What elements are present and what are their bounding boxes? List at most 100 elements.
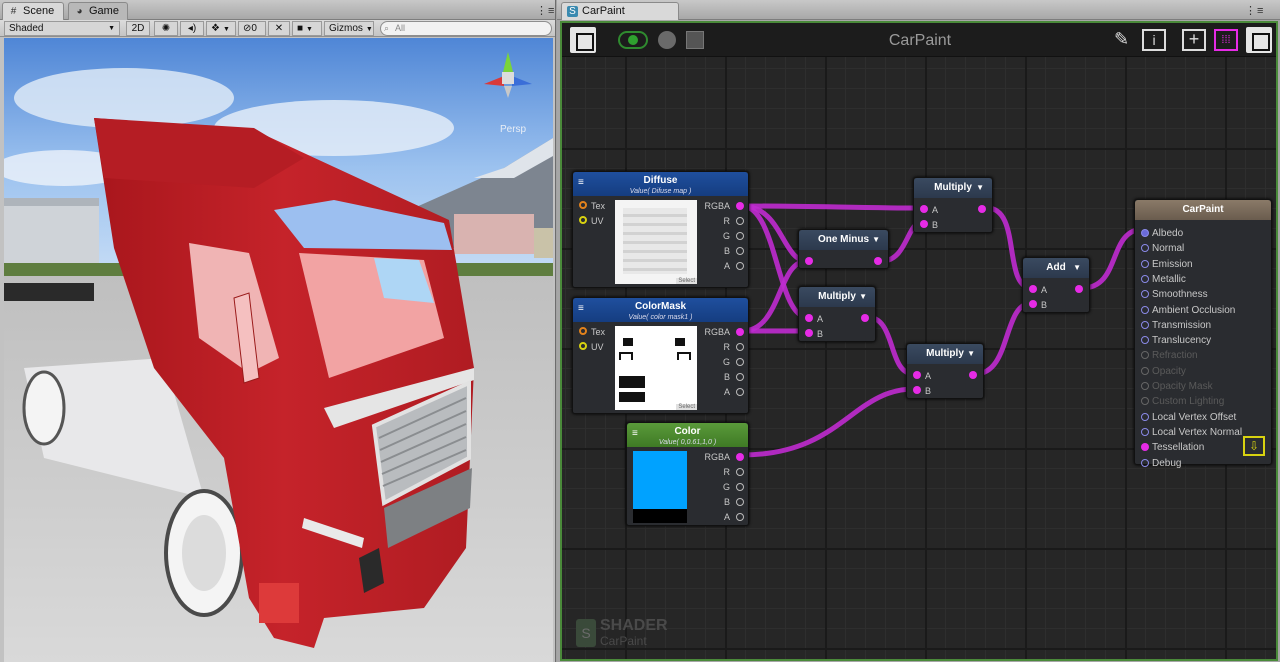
- lighting-toggle[interactable]: ✺: [154, 21, 178, 36]
- node-multiply-1[interactable]: Multiply ▼ A B: [913, 177, 993, 233]
- panel-menu-icon[interactable]: ⋮≡: [1245, 4, 1264, 17]
- scene-viewport[interactable]: Persp: [4, 38, 553, 662]
- master-input-label: Normal: [1152, 243, 1185, 255]
- output-port-r[interactable]: [736, 343, 744, 351]
- output-port-rgba[interactable]: [736, 328, 744, 336]
- tools-toggle[interactable]: ✕: [268, 21, 290, 36]
- master-input-port[interactable]: [1141, 443, 1149, 452]
- node-header[interactable]: Multiply ▼: [914, 178, 992, 198]
- node-color[interactable]: ≡ Color Value( 0,0.61,1,0 ) RGBA R G B A: [626, 422, 749, 526]
- output-port-b[interactable]: [736, 498, 744, 506]
- output-port-rgba[interactable]: [736, 453, 744, 461]
- texture-preview[interactable]: Select: [615, 326, 697, 410]
- dropdown-arrow-icon[interactable]: ▼: [859, 287, 867, 307]
- audio-toggle[interactable]: ◂): [180, 21, 204, 36]
- input-port-uv[interactable]: [579, 216, 587, 224]
- node-header[interactable]: Multiply ▼: [907, 344, 983, 364]
- dropdown-arrow-icon: ▼: [365, 26, 373, 33]
- panel-menu-icon[interactable]: ⋮≡: [536, 4, 555, 17]
- master-input-label: Tessellation: [1152, 442, 1205, 454]
- output-port-a[interactable]: [736, 513, 744, 521]
- output-port[interactable]: [969, 371, 977, 379]
- node-one-minus[interactable]: One Minus ▼: [798, 229, 889, 269]
- 2d-toggle[interactable]: 2D: [126, 21, 150, 36]
- node-header[interactable]: Multiply ▼: [799, 287, 875, 307]
- output-port[interactable]: [1075, 285, 1083, 293]
- input-port-tex[interactable]: [579, 327, 587, 335]
- scene-search-input[interactable]: ⌕ All: [380, 21, 552, 36]
- input-port[interactable]: [805, 257, 813, 265]
- hamburger-icon[interactable]: ≡: [578, 304, 584, 314]
- node-canvas[interactable]: CarPaint ✎ i + ⁞⁞⁞ ≡ Diffuse Value(Difu…: [560, 21, 1278, 661]
- camera-projection-label[interactable]: Persp: [500, 124, 526, 135]
- camera-dropdown[interactable]: ■ ▼: [292, 21, 322, 36]
- save-download-icon[interactable]: ⇩: [1243, 436, 1265, 456]
- input-port-a[interactable]: [1029, 285, 1037, 293]
- dropdown-arrow-icon[interactable]: ▼: [976, 178, 984, 198]
- output-port[interactable]: [978, 205, 986, 213]
- node-header[interactable]: Add ▼: [1023, 258, 1089, 278]
- gizmos-dropdown[interactable]: Gizmos ▼: [324, 21, 374, 36]
- output-port-a[interactable]: [736, 388, 744, 396]
- output-port-g[interactable]: [736, 358, 744, 366]
- node-header[interactable]: One Minus ▼: [799, 230, 888, 250]
- orientation-gizmo-icon[interactable]: [478, 48, 538, 108]
- output-port-r[interactable]: [736, 468, 744, 476]
- master-input-port[interactable]: [1141, 229, 1149, 237]
- hamburger-icon[interactable]: ≡: [632, 429, 638, 439]
- output-port[interactable]: [874, 257, 882, 265]
- hamburger-icon[interactable]: ≡: [578, 178, 584, 188]
- master-input-port[interactable]: [1141, 427, 1149, 436]
- input-port-b[interactable]: [913, 386, 921, 394]
- master-input-port[interactable]: [1141, 259, 1149, 268]
- tab-carpaint[interactable]: S CarPaint: [561, 2, 679, 20]
- output-port-b[interactable]: [736, 247, 744, 255]
- tab-game[interactable]: ◕ Game: [68, 2, 128, 20]
- input-port-b[interactable]: [920, 220, 928, 228]
- input-port-tex[interactable]: [579, 201, 587, 209]
- output-port-r[interactable]: [736, 217, 744, 225]
- node-multiply-3[interactable]: Multiply ▼ A B: [906, 343, 984, 399]
- node-multiply-2[interactable]: Multiply ▼ A B: [798, 286, 876, 342]
- texture-preview[interactable]: Select: [615, 200, 697, 284]
- effects-dropdown[interactable]: ❖ ▼: [206, 21, 236, 36]
- master-input-port[interactable]: [1141, 305, 1149, 314]
- master-input-port[interactable]: [1141, 274, 1149, 283]
- node-header[interactable]: ≡ Diffuse Value( Difuse map ): [573, 172, 748, 196]
- output-port[interactable]: [861, 314, 869, 322]
- scene-render[interactable]: [4, 38, 553, 662]
- node-master-output[interactable]: CarPaint Albedo Normal Emission Metallic Smo…: [1134, 199, 1272, 469]
- input-port-b[interactable]: [805, 329, 813, 337]
- master-input-port[interactable]: [1141, 320, 1149, 329]
- output-port-a[interactable]: [736, 262, 744, 270]
- input-port-a[interactable]: [805, 314, 813, 322]
- master-input-port[interactable]: [1141, 412, 1149, 421]
- master-input-label: Albedo: [1152, 228, 1184, 239]
- master-input-port[interactable]: [1141, 244, 1149, 253]
- dropdown-arrow-icon[interactable]: ▼: [967, 344, 975, 364]
- input-port-a[interactable]: [920, 205, 928, 213]
- tab-scene[interactable]: # Scene: [2, 2, 64, 20]
- input-port-a[interactable]: [913, 371, 921, 379]
- dropdown-arrow-icon[interactable]: ▼: [1073, 258, 1081, 278]
- master-input-port[interactable]: [1141, 336, 1149, 345]
- output-port-rgba[interactable]: [736, 202, 744, 210]
- output-port-g[interactable]: [736, 483, 744, 491]
- node-colormask[interactable]: ≡ ColorMask Value( color mask1 ) Tex UV …: [572, 297, 749, 414]
- master-input-port[interactable]: [1141, 290, 1149, 299]
- hidden-objects-toggle[interactable]: ⊘0: [238, 21, 266, 36]
- color-swatch[interactable]: [633, 451, 687, 523]
- camera-icon: ■: [297, 23, 304, 34]
- output-port-b[interactable]: [736, 373, 744, 381]
- node-header[interactable]: ≡ ColorMask Value( color mask1 ): [573, 298, 748, 322]
- master-input-port[interactable]: [1141, 458, 1149, 467]
- node-header[interactable]: ≡ Color Value( 0,0.61,1,0 ): [627, 423, 748, 447]
- dropdown-arrow-icon[interactable]: ▼: [872, 230, 880, 250]
- node-header[interactable]: CarPaint: [1135, 200, 1271, 220]
- input-port-uv[interactable]: [579, 342, 587, 350]
- node-diffuse[interactable]: ≡ Diffuse Value( Difuse map ) Tex UV Sel…: [572, 171, 749, 288]
- node-add[interactable]: Add ▼ A B: [1022, 257, 1090, 313]
- output-port-g[interactable]: [736, 232, 744, 240]
- shading-mode-dropdown[interactable]: Shaded ▼: [4, 21, 120, 36]
- input-port-b[interactable]: [1029, 300, 1037, 308]
